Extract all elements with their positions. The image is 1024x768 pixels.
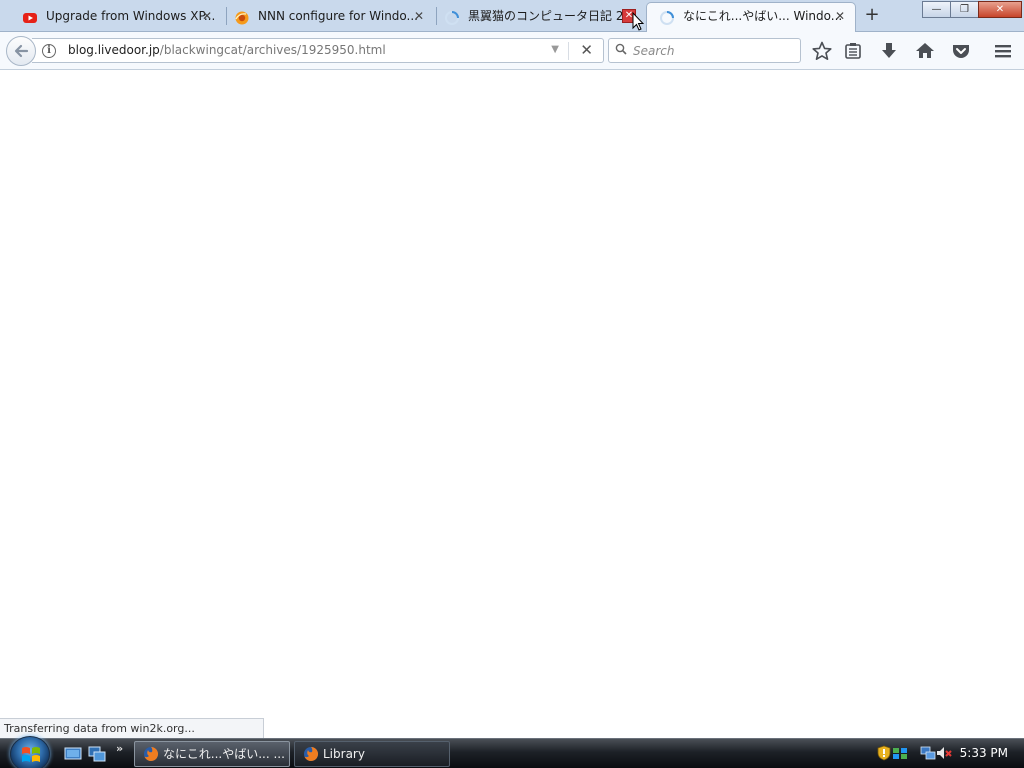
youtube-icon (22, 9, 38, 25)
tab-title: 黒翼猫のコンピュータ日記 2... (468, 9, 635, 23)
bookmark-star-icon[interactable] (811, 40, 833, 62)
search-bar[interactable] (608, 38, 801, 63)
taskbar-button-label: Library (323, 747, 365, 761)
network-icon[interactable] (920, 745, 936, 761)
security-shield-icon[interactable] (876, 745, 892, 761)
tab-upgrade-from-windows-xp[interactable]: Upgrade from Windows XP... ✕ (10, 3, 222, 32)
taskbar: » なにこれ...やばい... ... Library 5:33 PM (0, 736, 1024, 768)
switch-windows-icon[interactable] (88, 746, 106, 762)
show-desktop-icon[interactable] (64, 746, 82, 762)
tab-close-icon[interactable]: ✕ (200, 9, 214, 23)
tab-nanikore-yabai[interactable]: なにこれ...やばい... Windo... ✕ (646, 2, 856, 32)
tab-strip: Upgrade from Windows XP... ✕ NNN configu… (0, 0, 1024, 32)
quick-launch-chevron-icon[interactable]: » (116, 742, 123, 755)
url-bar[interactable]: i blog.livedoor.jp/blackwingcat/archives… (32, 38, 604, 63)
back-button[interactable] (6, 36, 36, 66)
status-panel: Transferring data from win2k.org... (0, 718, 264, 738)
minimize-button[interactable]: — (922, 1, 951, 18)
url-host: blog.livedoor.jp (68, 43, 160, 57)
close-window-button[interactable]: ✕ (978, 1, 1022, 18)
back-arrow-icon (14, 44, 29, 58)
navigation-toolbar: i blog.livedoor.jp/blackwingcat/archives… (0, 32, 1024, 70)
windows-update-icon[interactable] (892, 745, 908, 761)
windows-logo-icon (22, 747, 40, 762)
loading-icon (659, 9, 675, 25)
search-input[interactable] (633, 41, 793, 60)
taskbar-button-library[interactable]: Library (294, 741, 450, 767)
mouse-cursor-icon (632, 12, 644, 31)
tab-close-icon[interactable]: ✕ (412, 9, 426, 23)
firefox-icon (304, 746, 319, 761)
tab-nnn-configure[interactable]: NNN configure for Windo... ✕ (222, 3, 434, 32)
tab-blackwingcat-diary[interactable]: 黒翼猫のコンピュータ日記 2... ✕ (432, 3, 644, 32)
search-icon (615, 43, 627, 55)
history-dropdown-icon[interactable]: ▼ (551, 44, 559, 55)
firefox-g-icon (234, 9, 250, 25)
system-tray: 5:33 PM (874, 739, 1024, 768)
volume-muted-icon[interactable] (936, 745, 952, 761)
taskbar-clock[interactable]: 5:33 PM (960, 746, 1008, 760)
downloads-icon[interactable] (878, 40, 900, 62)
url-path: /blackwingcat/archives/1925950.html (159, 43, 386, 57)
url-separator (568, 42, 569, 60)
start-button[interactable] (10, 736, 50, 768)
pocket-icon[interactable] (950, 40, 972, 62)
stop-loading-icon[interactable]: ✕ (580, 41, 593, 59)
page-content (0, 71, 1024, 718)
new-tab-button[interactable]: + (862, 6, 882, 26)
home-icon[interactable] (914, 40, 936, 62)
reading-list-icon[interactable] (842, 40, 864, 62)
tab-title: Upgrade from Windows XP... (46, 9, 216, 23)
site-info-icon[interactable]: i (42, 44, 56, 58)
url-text[interactable]: blog.livedoor.jp/blackwingcat/archives/1… (68, 43, 386, 57)
firefox-icon (144, 746, 159, 761)
taskbar-button-label: なにこれ...やばい... ... (163, 747, 285, 761)
tab-title: NNN configure for Windo... (258, 9, 418, 23)
menu-icon[interactable] (992, 40, 1014, 62)
loading-icon (444, 9, 460, 25)
taskbar-button-firefox-window[interactable]: なにこれ...やばい... ... (134, 741, 290, 767)
restore-button[interactable]: ❐ (950, 1, 979, 18)
tab-title: なにこれ...やばい... Windo... (683, 9, 843, 23)
tab-close-icon[interactable]: ✕ (833, 9, 847, 23)
window-controls: — ❐ ✕ (922, 1, 1022, 19)
